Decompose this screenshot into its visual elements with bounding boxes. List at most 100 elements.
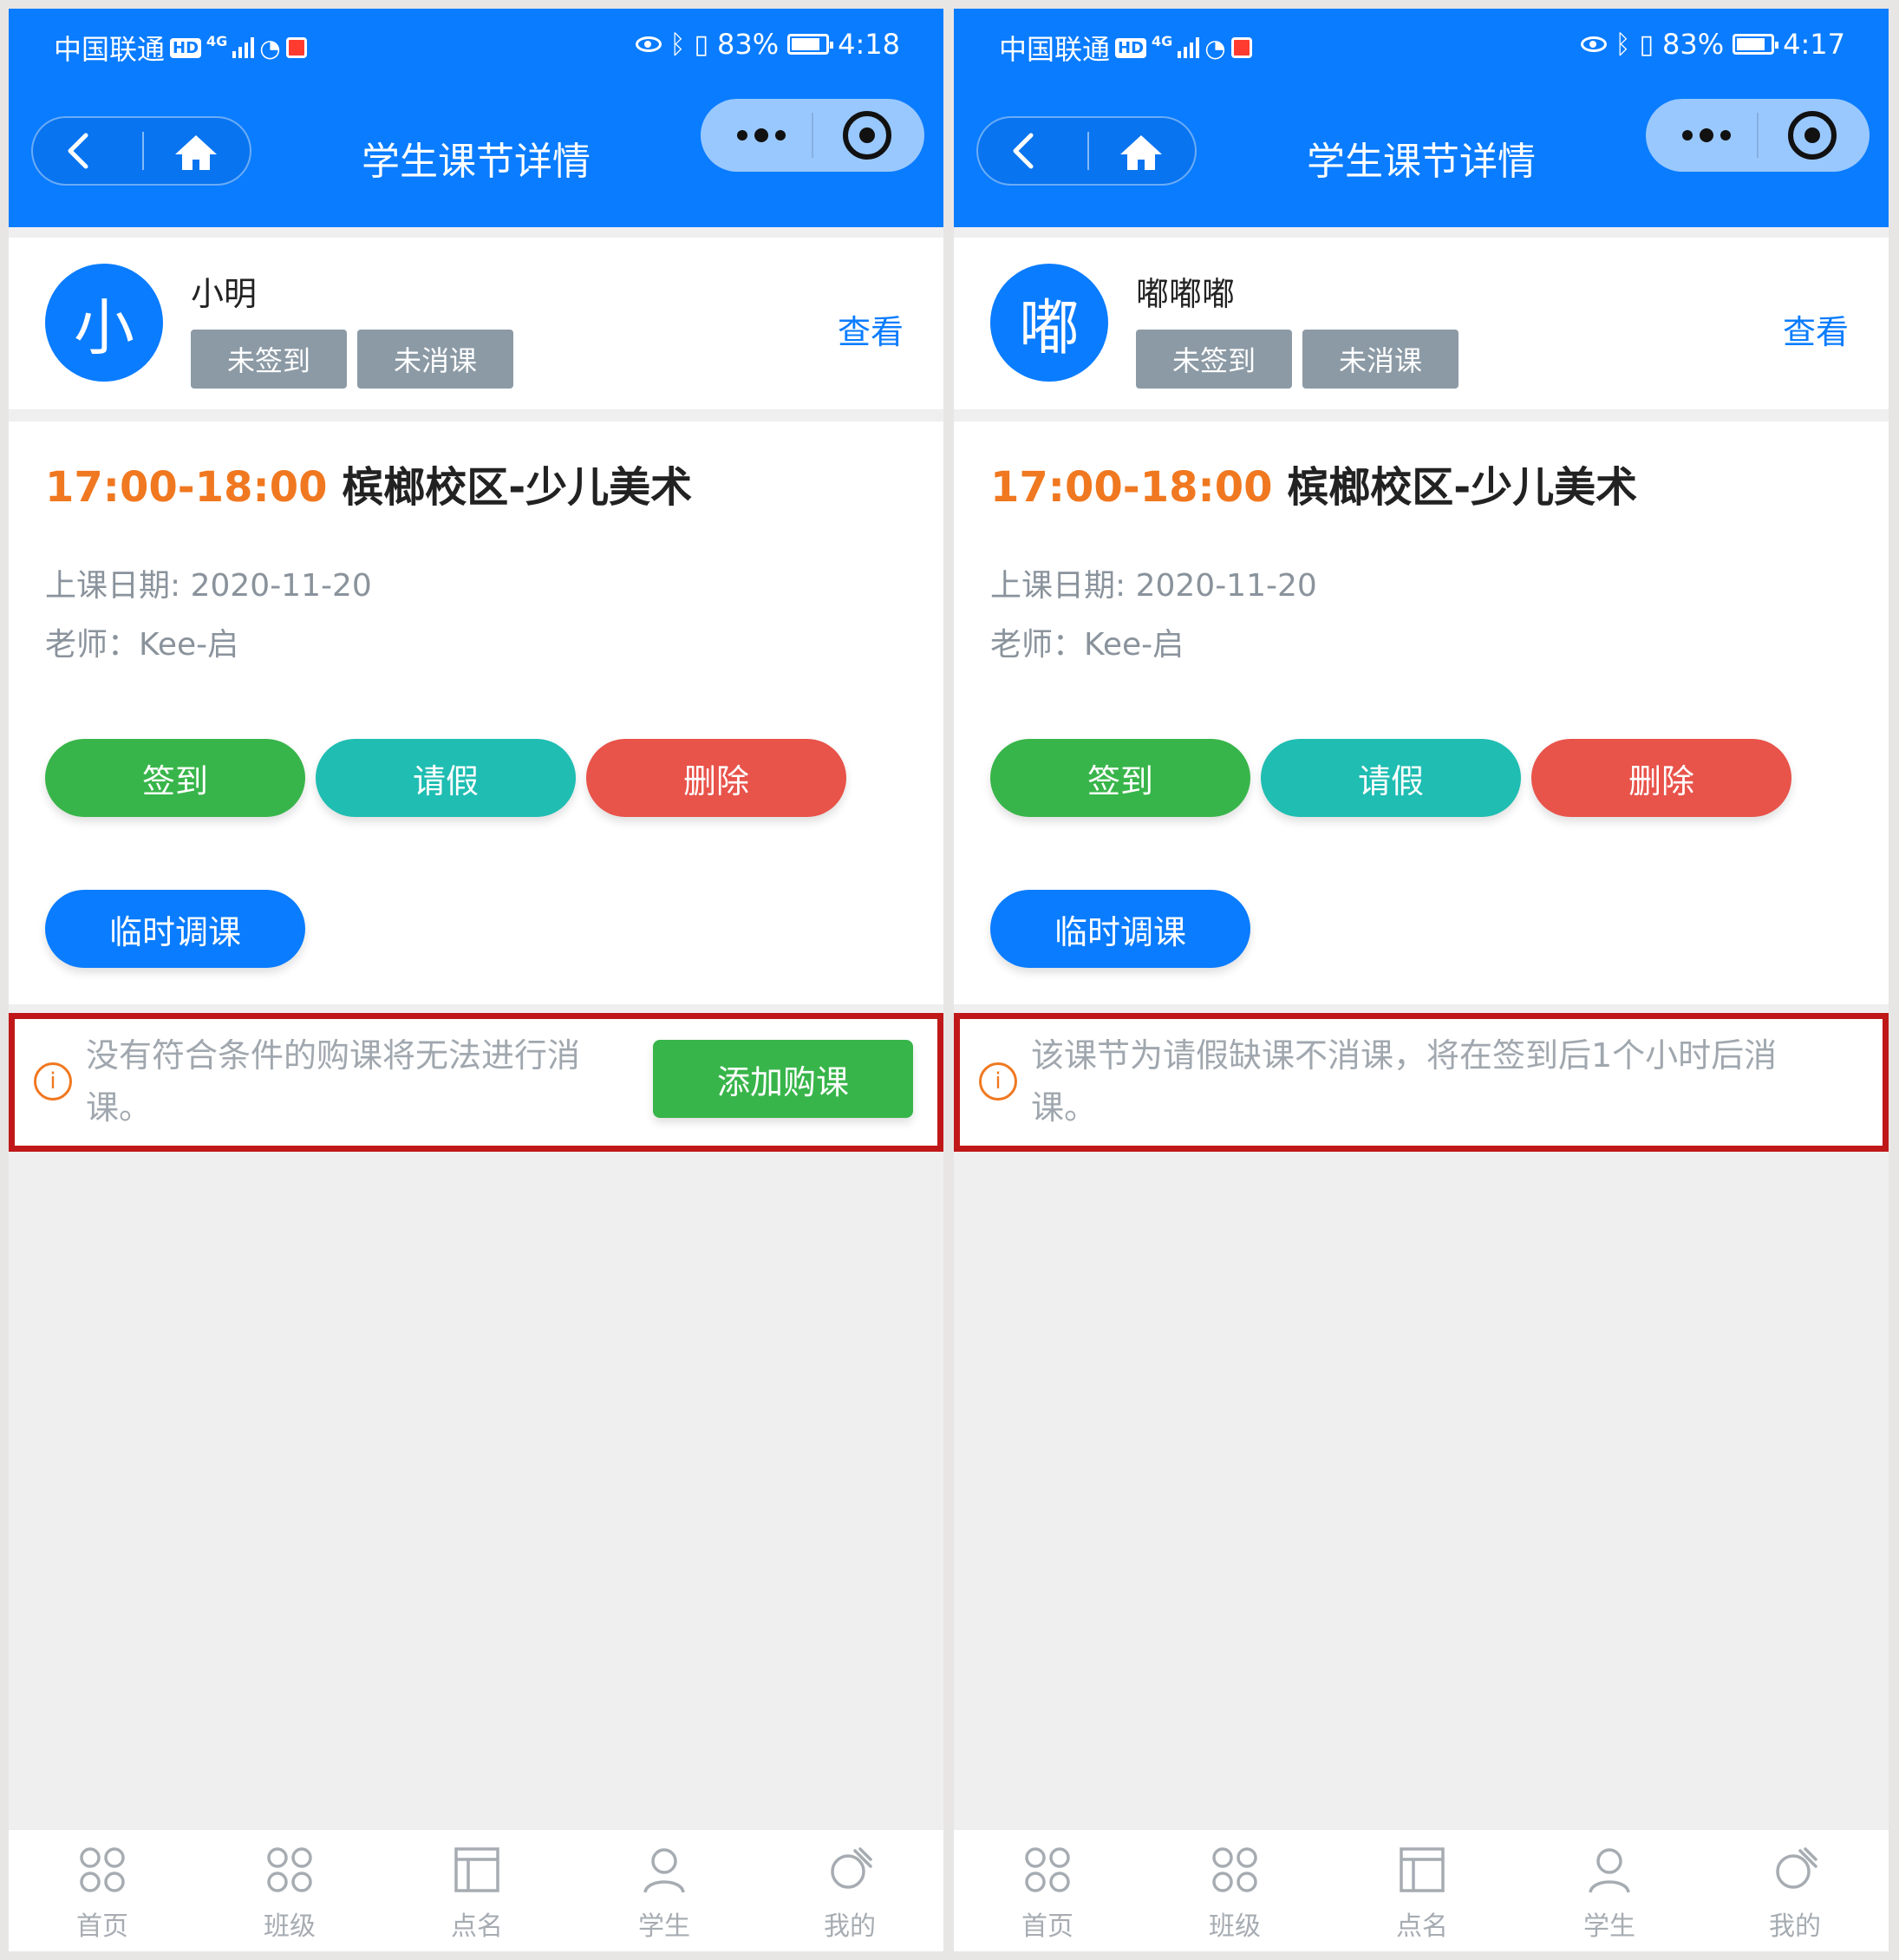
bluetooth-icon: ᛒ (669, 29, 686, 60)
tab-label: 点名 (1396, 1911, 1448, 1942)
grid-icon (1212, 1847, 1257, 1892)
more-button[interactable] (1663, 99, 1750, 172)
screenshot-left: 中国联通 HD 4G ◔ ᛒ ▯ 83% 4:18 学生课节详情 小 小明 未签… (9, 9, 943, 1951)
leave-button[interactable]: 请假 (1261, 739, 1521, 817)
status-left: 中国联通 HD 4G ◔ (999, 28, 1252, 68)
grid-icon (80, 1847, 125, 1892)
user-icon (1589, 1848, 1630, 1893)
tab-label: 学生 (1583, 1911, 1635, 1942)
status-badge-consume: 未消课 (1302, 330, 1459, 389)
status-badge-signin: 未签到 (191, 330, 347, 389)
tab-class[interactable]: 班级 (196, 1830, 383, 1951)
app-header: 中国联通 HD 4G ◔ ᛒ ▯ 83% 4:17 学生课节详情 (954, 9, 1889, 227)
bluetooth-icon: ᛒ (1615, 29, 1631, 60)
student-name: 嘟嘟嘟 (1136, 275, 1236, 313)
lesson-date: 上课日期: 2020-11-20 (990, 568, 1317, 604)
clock: 4:17 (1783, 28, 1845, 61)
tab-bar: 首页 班级 点名 学生 我的 (954, 1828, 1889, 1951)
tab-home[interactable]: 首页 (9, 1830, 196, 1951)
tab-label: 首页 (1021, 1911, 1073, 1942)
student-card: 小 小明 未签到 未消课 查看 (9, 238, 943, 409)
status-bar: 中国联通 HD 4G ◔ ᛒ ▯ 83% 4:17 (954, 9, 1889, 80)
battery-icon (787, 34, 834, 55)
network-type: 4G (206, 32, 228, 49)
tab-label: 学生 (638, 1911, 690, 1942)
tab-student[interactable]: 学生 (1516, 1830, 1703, 1951)
avatar: 小 (45, 264, 163, 382)
layout-icon (454, 1847, 499, 1892)
hd-icon: HD (1115, 37, 1147, 58)
notice-box: i 没有符合条件的购课将无法进行消课。 添加购课 (9, 1013, 943, 1152)
student-card: 嘟 嘟嘟嘟 未签到 未消课 查看 (954, 238, 1889, 409)
eye-comfort-icon (1580, 36, 1607, 52)
power-plug-icon (1776, 1847, 1817, 1889)
lesson-title: 17:00-18:00 槟榔校区-少儿美术 (45, 453, 692, 513)
vibrate-icon: ▯ (1639, 29, 1654, 60)
tab-rollcall[interactable]: 点名 (383, 1830, 571, 1951)
tab-bar: 首页 班级 点名 学生 我的 (9, 1828, 943, 1951)
tab-home[interactable]: 首页 (954, 1830, 1141, 1951)
add-purchase-button[interactable]: 添加购课 (653, 1040, 913, 1118)
lesson-date: 上课日期: 2020-11-20 (45, 568, 372, 604)
lesson-name: 槟榔校区-少儿美术 (342, 463, 693, 512)
leave-button[interactable]: 请假 (316, 739, 576, 817)
network-type: 4G (1152, 32, 1173, 49)
lesson-name: 槟榔校区-少儿美术 (1287, 463, 1638, 512)
tab-student[interactable]: 学生 (571, 1830, 758, 1951)
delete-button[interactable]: 删除 (1531, 739, 1791, 817)
battery-percent: 83% (717, 28, 780, 61)
user-icon (643, 1848, 685, 1893)
tab-label: 我的 (824, 1911, 876, 1942)
lesson-card: 17:00-18:00 槟榔校区-少儿美术 上课日期: 2020-11-20 老… (954, 421, 1889, 1004)
lesson-teacher: 老师：Kee-启 (45, 627, 239, 663)
dot (1720, 130, 1731, 140)
dot (737, 130, 747, 140)
hd-icon: HD (170, 37, 202, 58)
lesson-time: 17:00-18:00 (45, 463, 328, 512)
battery-icon (1733, 34, 1779, 55)
lesson-teacher: 老师：Kee-启 (990, 627, 1184, 663)
lesson-title: 17:00-18:00 槟榔校区-少儿美术 (990, 453, 1637, 513)
screenshot-right: 中国联通 HD 4G ◔ ᛒ ▯ 83% 4:17 学生课节详情 嘟 嘟嘟嘟 未… (954, 9, 1889, 1951)
signal-icon (1178, 37, 1200, 58)
signin-button[interactable]: 签到 (45, 739, 305, 817)
student-name: 小明 (191, 275, 258, 313)
clock: 4:18 (838, 28, 900, 61)
view-link[interactable]: 查看 (838, 305, 904, 353)
signal-icon (232, 37, 255, 58)
miniprogram-capsule (1646, 99, 1870, 172)
reschedule-button[interactable]: 临时调课 (990, 890, 1250, 968)
tab-label: 点名 (451, 1911, 503, 1942)
tab-rollcall[interactable]: 点名 (1328, 1830, 1516, 1951)
miniprogram-capsule (701, 99, 924, 172)
notice-text: 没有符合条件的购课将无法进行消课。 (86, 1036, 581, 1127)
tab-label: 班级 (264, 1911, 316, 1942)
view-link[interactable]: 查看 (1783, 305, 1849, 353)
more-button[interactable] (718, 99, 805, 172)
vibrate-icon: ▯ (694, 29, 709, 60)
capsule-divider (812, 113, 813, 158)
status-right: ᛒ ▯ 83% 4:17 (1580, 28, 1845, 61)
delete-button[interactable]: 删除 (586, 739, 846, 817)
app-header: 中国联通 HD 4G ◔ ᛒ ▯ 83% 4:18 学生课节详情 (9, 9, 943, 227)
signin-button[interactable]: 签到 (990, 739, 1250, 817)
close-target-icon[interactable] (1788, 111, 1837, 160)
close-target-icon[interactable] (843, 111, 891, 160)
status-left: 中国联通 HD 4G ◔ (54, 28, 307, 68)
tab-mine[interactable]: 我的 (1701, 1830, 1889, 1951)
status-badge-consume: 未消课 (357, 330, 513, 389)
battery-percent: 83% (1662, 28, 1725, 61)
grid-icon (1025, 1847, 1070, 1892)
tab-mine[interactable]: 我的 (756, 1830, 943, 1951)
dot (1682, 130, 1693, 140)
capsule-divider (1757, 113, 1759, 158)
tab-class[interactable]: 班级 (1141, 1830, 1328, 1951)
info-icon: i (34, 1062, 72, 1101)
notification-icon (1230, 37, 1252, 58)
eye-comfort-icon (635, 36, 662, 52)
power-plug-icon (831, 1847, 872, 1889)
dot (754, 128, 768, 142)
reschedule-button[interactable]: 临时调课 (45, 890, 305, 968)
tab-label: 我的 (1769, 1911, 1821, 1942)
status-bar: 中国联通 HD 4G ◔ ᛒ ▯ 83% 4:18 (9, 9, 943, 80)
